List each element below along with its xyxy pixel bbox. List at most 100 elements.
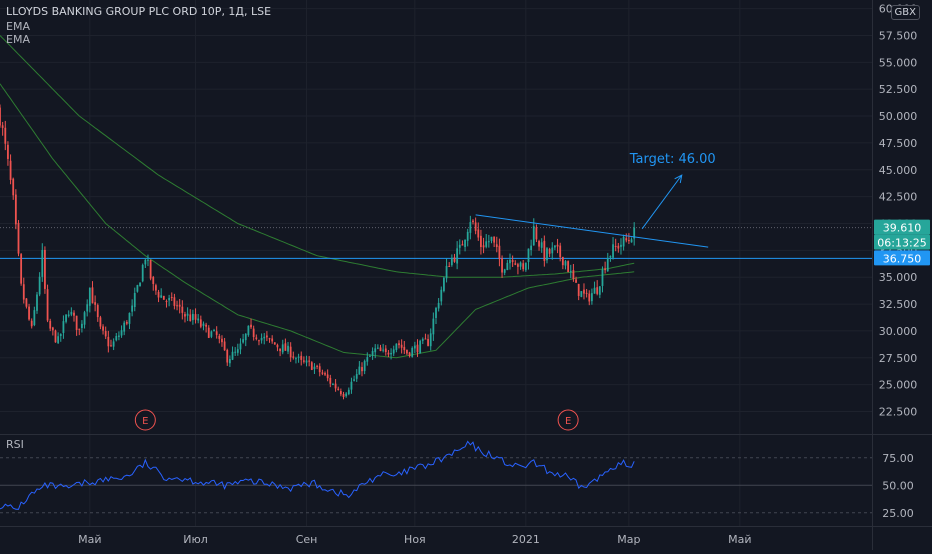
currency-button[interactable]: GBX bbox=[890, 5, 920, 20]
candle-body bbox=[514, 263, 517, 265]
candle-body bbox=[59, 334, 62, 336]
candle-body bbox=[466, 231, 469, 241]
candle-body bbox=[347, 389, 350, 395]
candle-body bbox=[318, 366, 321, 373]
chart-svg[interactable]: Target: 46.00 E E 22.500 25.000 27.500 30.00… bbox=[0, 0, 932, 550]
candle-body bbox=[139, 282, 141, 287]
time-tick-label: Ноя bbox=[404, 533, 426, 546]
candle-body bbox=[413, 345, 416, 349]
candle-body bbox=[480, 235, 482, 248]
price-tick-label: 25.000 bbox=[879, 379, 918, 392]
candle-body bbox=[588, 293, 591, 302]
candle-body bbox=[498, 245, 501, 260]
ema-legend-1[interactable]: EMA bbox=[6, 20, 30, 33]
time-tick-label: 2021 bbox=[512, 533, 540, 546]
candle-body bbox=[609, 255, 612, 258]
candle-body bbox=[567, 261, 570, 273]
candle-body bbox=[255, 337, 258, 339]
candle-body bbox=[300, 355, 303, 360]
candle bbox=[411, 346, 414, 358]
candle-body bbox=[371, 351, 374, 356]
candle-body bbox=[54, 330, 57, 343]
candle-body bbox=[527, 248, 530, 263]
candle-body bbox=[231, 351, 234, 360]
candle-body bbox=[20, 254, 23, 284]
candle-body bbox=[44, 249, 46, 289]
candle-body bbox=[22, 284, 25, 300]
candle-body bbox=[110, 345, 112, 347]
candle-body bbox=[115, 335, 118, 341]
candle-body bbox=[376, 347, 379, 349]
candle-body bbox=[627, 239, 630, 242]
price-labels: 39.610 06:13:25 36.750 bbox=[874, 219, 930, 266]
candle-body bbox=[149, 260, 152, 279]
candle-body bbox=[244, 333, 247, 341]
candle bbox=[36, 291, 38, 314]
candle-body bbox=[168, 297, 171, 301]
candle bbox=[162, 295, 165, 300]
candle-body bbox=[342, 393, 345, 397]
candle-body bbox=[395, 343, 398, 350]
candle-body bbox=[540, 242, 543, 248]
symbol-title[interactable]: LLOYDS BANKING GROUP PLC ORD 10P, 1Д, LS… bbox=[6, 5, 271, 18]
candle-body bbox=[189, 314, 192, 321]
candle-body bbox=[305, 360, 308, 363]
chart-area[interactable]: Target: 46.00 E E 22.500 25.000 27.500 30.00… bbox=[0, 0, 932, 550]
candle-body bbox=[46, 289, 49, 321]
candle-body bbox=[477, 229, 480, 238]
candle-body bbox=[181, 306, 184, 313]
candle-body bbox=[546, 248, 548, 261]
candle-body bbox=[485, 241, 488, 247]
price-tick-label: 22.500 bbox=[879, 406, 918, 419]
candle-body bbox=[57, 336, 60, 344]
candle-body bbox=[427, 339, 429, 346]
candle-body bbox=[355, 374, 358, 379]
rsi-label[interactable]: RSI bbox=[6, 438, 24, 451]
candle-body bbox=[398, 343, 400, 346]
ema-legend-2[interactable]: EMA bbox=[6, 33, 30, 46]
candle-body bbox=[118, 335, 120, 337]
candle-body bbox=[273, 342, 276, 345]
candle-body bbox=[561, 256, 564, 266]
candle bbox=[44, 246, 46, 294]
rsi-tick-label: 25.00 bbox=[882, 507, 914, 520]
candle-body bbox=[186, 313, 189, 316]
candle-body bbox=[104, 331, 107, 337]
candle-body bbox=[424, 338, 427, 340]
candle-body bbox=[482, 245, 485, 248]
candle-body bbox=[102, 326, 104, 331]
candle-body bbox=[268, 338, 271, 340]
price-tick-label: 55.000 bbox=[879, 56, 918, 69]
candle-body bbox=[530, 245, 533, 251]
price-tick-label: 42.500 bbox=[879, 191, 918, 204]
candle-body bbox=[184, 314, 186, 317]
candle-body bbox=[580, 291, 583, 297]
candle-body bbox=[569, 270, 572, 272]
candle-body bbox=[197, 318, 200, 321]
candle-body bbox=[67, 314, 70, 316]
candle-body bbox=[133, 292, 136, 308]
candle-body bbox=[572, 270, 575, 280]
candle-body bbox=[210, 331, 213, 337]
candle-body bbox=[160, 295, 163, 298]
candle bbox=[139, 282, 141, 287]
earnings-marker: E bbox=[557, 409, 579, 431]
candle-body bbox=[384, 348, 387, 352]
candle-body bbox=[577, 284, 580, 296]
price-tick-label: 57.500 bbox=[879, 29, 918, 42]
candle-body bbox=[1, 125, 4, 128]
candle-body bbox=[86, 304, 89, 312]
candle-body bbox=[551, 247, 554, 254]
candle-body bbox=[382, 349, 385, 351]
candle-body bbox=[205, 324, 208, 327]
candle-body bbox=[472, 220, 474, 223]
candle-body bbox=[147, 259, 149, 261]
candle-body bbox=[614, 245, 617, 247]
candle-body bbox=[73, 312, 75, 316]
candle bbox=[20, 253, 23, 286]
candle bbox=[580, 291, 583, 298]
candle-body bbox=[247, 325, 250, 336]
candle-body bbox=[12, 178, 15, 196]
candle-body bbox=[532, 226, 535, 246]
price-tick-label: 35.000 bbox=[879, 271, 918, 284]
